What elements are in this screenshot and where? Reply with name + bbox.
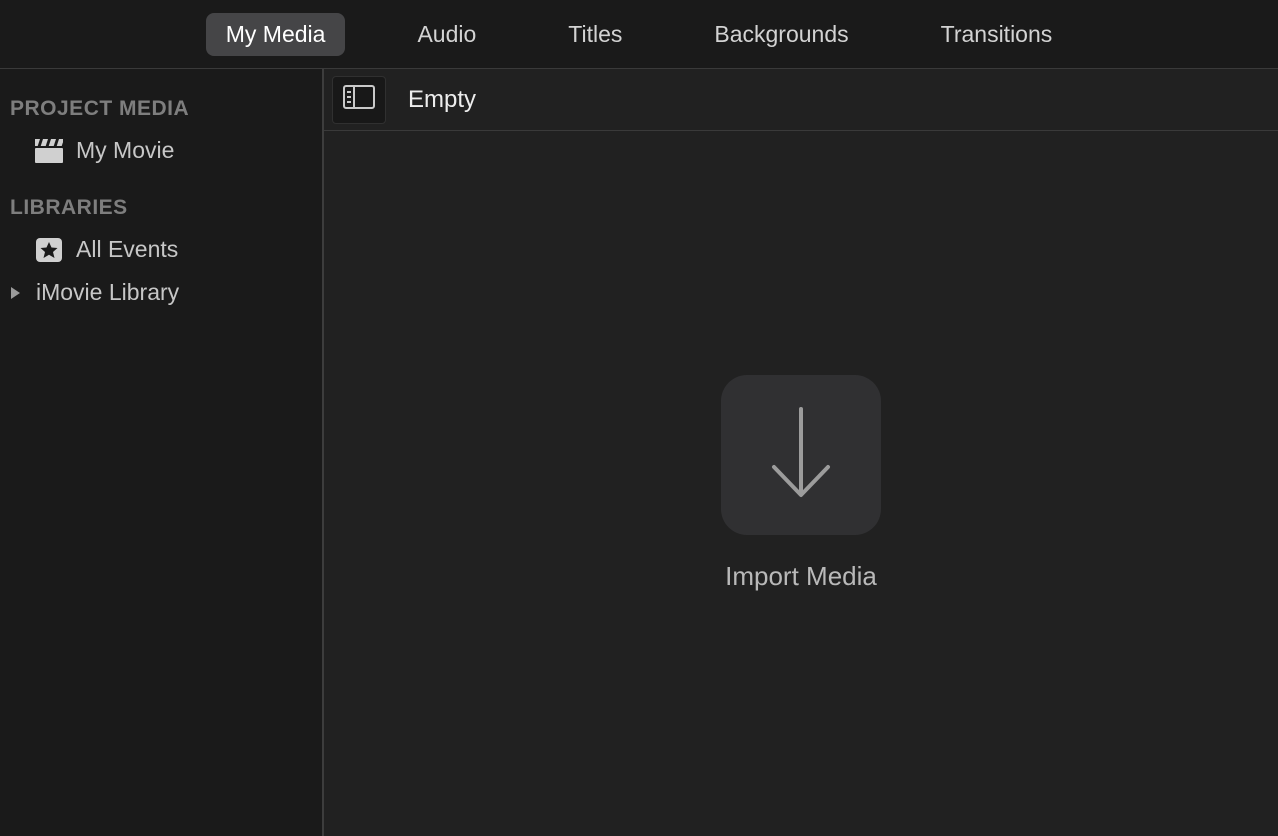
sidebar-item-label: My Movie bbox=[76, 137, 174, 164]
sidebar-item-all-events[interactable]: All Events bbox=[0, 228, 322, 271]
star-icon bbox=[34, 237, 64, 263]
tab-transitions[interactable]: Transitions bbox=[921, 13, 1073, 56]
tab-titles[interactable]: Titles bbox=[548, 13, 642, 56]
import-media-button[interactable] bbox=[721, 375, 881, 535]
sidebar-item-label: iMovie Library bbox=[36, 279, 179, 306]
sidebar-item-my-movie[interactable]: My Movie bbox=[0, 129, 322, 172]
disclosure-triangle-icon[interactable] bbox=[6, 286, 24, 300]
clapperboard-icon bbox=[34, 138, 64, 164]
media-browser-tabs: My Media Audio Titles Backgrounds Transi… bbox=[0, 0, 1278, 69]
content-body: Import Media bbox=[324, 131, 1278, 836]
tab-audio[interactable]: Audio bbox=[397, 13, 496, 56]
section-header-libraries: LIBRARIES bbox=[0, 186, 322, 228]
tab-my-media[interactable]: My Media bbox=[206, 13, 346, 56]
sidebar-panel-icon bbox=[343, 85, 375, 114]
import-media-label: Import Media bbox=[725, 561, 877, 592]
arrow-down-icon bbox=[766, 405, 836, 506]
sidebar-toggle-button[interactable] bbox=[332, 76, 386, 124]
sidebar-item-label: All Events bbox=[76, 236, 178, 263]
content-area: Empty Import Media bbox=[324, 69, 1278, 836]
tab-backgrounds[interactable]: Backgrounds bbox=[694, 13, 868, 56]
sidebar: PROJECT MEDIA My Movie LIBRARIES bbox=[0, 69, 324, 836]
main-area: PROJECT MEDIA My Movie LIBRARIES bbox=[0, 69, 1278, 836]
content-header: Empty bbox=[324, 69, 1278, 131]
sidebar-item-imovie-library[interactable]: iMovie Library bbox=[0, 271, 322, 314]
section-header-project-media: PROJECT MEDIA bbox=[0, 87, 322, 129]
content-title: Empty bbox=[408, 86, 476, 114]
